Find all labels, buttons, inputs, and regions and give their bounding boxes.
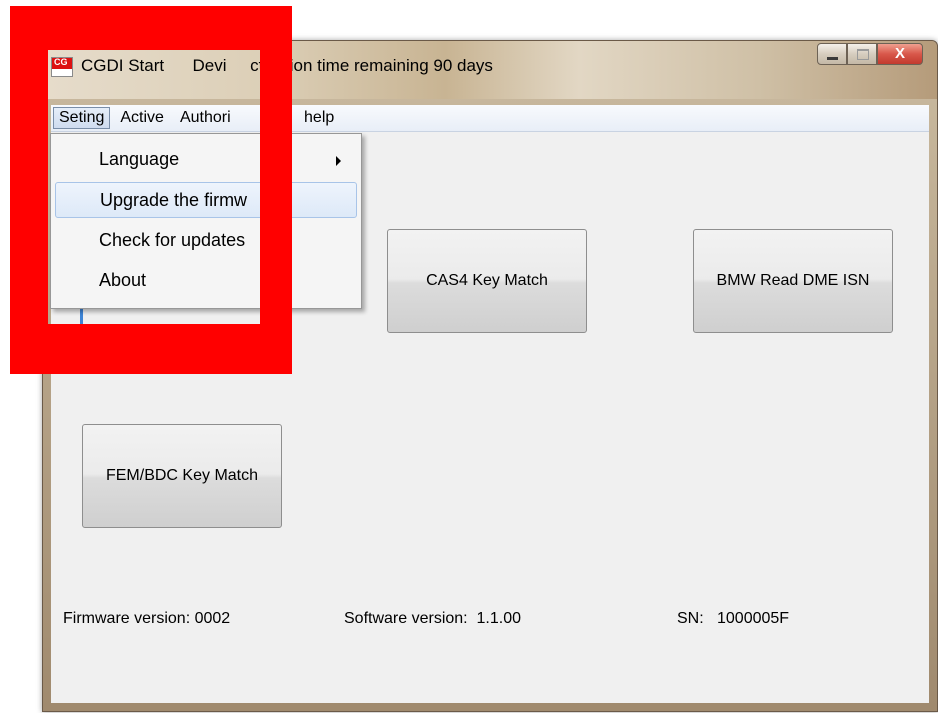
menu-help[interactable]: help [298,107,340,129]
bmw-read-dme-isn-label: BMW Read DME ISN [716,272,870,289]
close-button[interactable]: X [877,43,923,65]
fem-bdc-key-match-label: FEM/BDC Key Match [105,467,259,484]
fem-bdc-key-match-button[interactable]: FEM/BDC Key Match [82,424,282,528]
red-annotation-box [10,6,292,374]
maximize-button[interactable] [847,43,877,65]
firmware-version-label: Firmware version: 0002 [63,610,231,627]
window-controls: X [817,43,923,69]
serial-number-label: SN: 1000005F [677,610,790,627]
bmw-read-dme-isn-button[interactable]: BMW Read DME ISN [693,229,893,333]
minimize-button[interactable] [817,43,847,65]
software-version-label: Software version: 1.1.00 [344,610,521,627]
submenu-arrow-icon [336,156,341,166]
cas4-key-match-button[interactable]: CAS4 Key Match [387,229,587,333]
close-icon: X [894,45,905,62]
cas4-key-match-label: CAS4 Key Match [426,272,548,289]
